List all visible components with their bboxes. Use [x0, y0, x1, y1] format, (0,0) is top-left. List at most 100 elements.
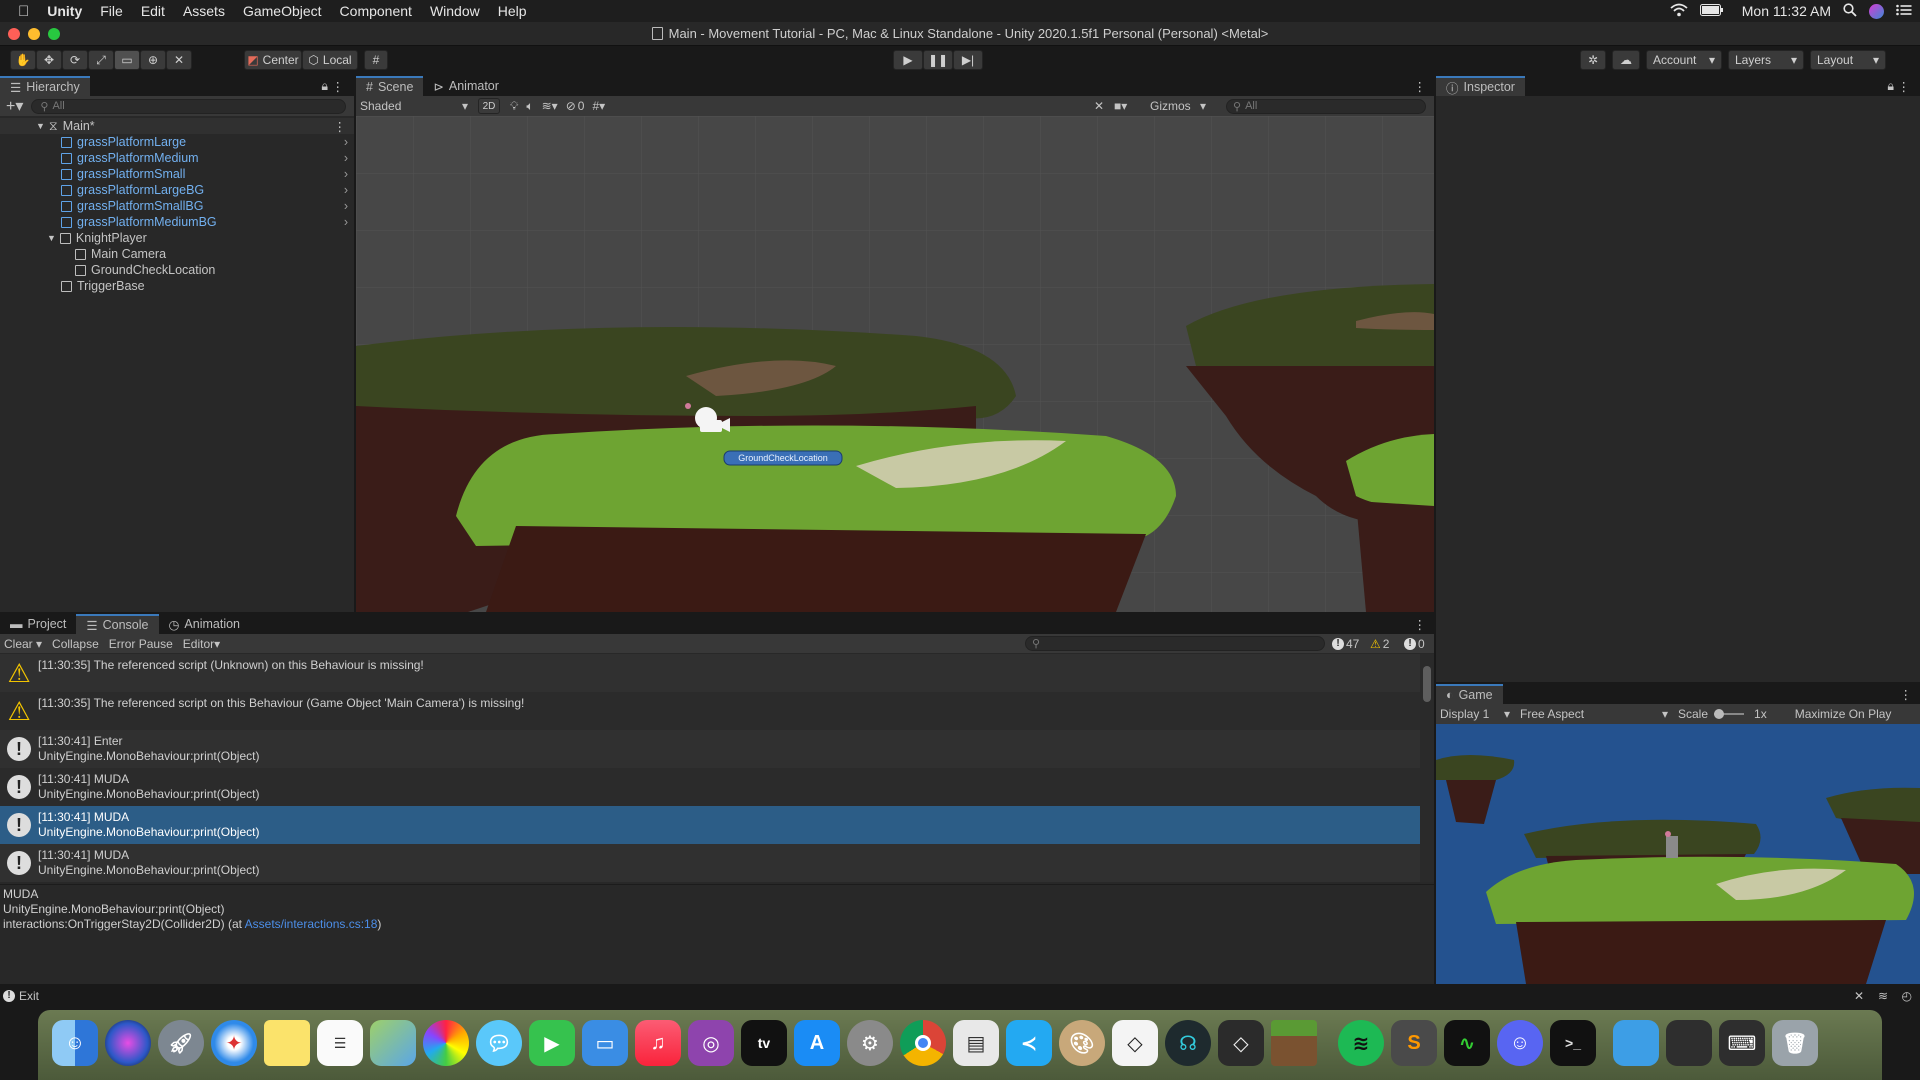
add-object-button[interactable]: +▾ [6, 96, 23, 116]
menu-app-unity[interactable]: Unity [38, 3, 91, 19]
discord-icon[interactable]: ☺ [1497, 1020, 1543, 1066]
source-link[interactable]: Assets/interactions.cs:18 [245, 917, 378, 931]
spotlight-search-icon[interactable] [1843, 2, 1857, 20]
messages-icon[interactable]: 💬︎ [476, 1020, 522, 1066]
chevron-right-icon[interactable]: › [344, 215, 348, 229]
chrome-icon[interactable] [900, 1020, 946, 1066]
warning-count-toggle[interactable]: ⚠ 2 [1370, 637, 1389, 651]
grid-icon[interactable]: #▾ [592, 99, 605, 113]
finder-icon[interactable]: ☺ [52, 1020, 98, 1066]
systempreferences-icon[interactable]: ⚙ [847, 1020, 893, 1066]
effects-icon[interactable]: ≋▾ [542, 99, 558, 113]
maximize-on-play-toggle[interactable]: Maximize On Play [1795, 707, 1892, 721]
chevron-right-icon[interactable]: › [344, 135, 348, 149]
tab-console[interactable]: ☰ Console [76, 614, 159, 634]
tab-animation[interactable]: ◷ Animation [159, 614, 251, 634]
screenshot-icon[interactable] [1666, 1020, 1712, 1066]
console-search-input[interactable]: ⚲ [1025, 636, 1325, 651]
battery-icon[interactable] [1699, 3, 1724, 19]
console-entry-selected[interactable]: ! [11:30:41] MUDA UnityEngine.MonoBehaviou… [0, 806, 1420, 844]
pivot-center-button[interactable]: ◩ Center [244, 50, 302, 70]
clock[interactable]: Mon 11:32 AM [1742, 3, 1831, 19]
collab-icon[interactable]: ✲ [1580, 50, 1606, 70]
expand-arrow-icon[interactable]: ▼ [47, 233, 56, 243]
facetime-icon[interactable]: ▶ [529, 1020, 575, 1066]
paintbrush-icon[interactable]: 🎨︎ [1059, 1020, 1105, 1066]
music-icon[interactable]: ♫ [635, 1020, 681, 1066]
cloud-icon[interactable]: ☁ [1612, 50, 1640, 70]
reminders-icon[interactable]: ☰ [317, 1020, 363, 1066]
trash-icon[interactable]: 🗑︎ [1772, 1020, 1818, 1066]
gitkraken-icon[interactable]: ☊ [1165, 1020, 1211, 1066]
shading-mode-dropdown[interactable]: Shaded ▾ [356, 99, 474, 113]
game-viewport[interactable] [1436, 724, 1920, 984]
audio-icon[interactable]: 🔈︎ [526, 99, 533, 114]
tools-icon[interactable]: ✕ [1094, 99, 1104, 113]
console-scrollbar[interactable] [1420, 654, 1434, 882]
podcasts-icon[interactable]: ◎ [688, 1020, 734, 1066]
console-entry[interactable]: ! [11:30:41] Enter UnityEngine.MonoBehavio… [0, 730, 1420, 768]
chevron-right-icon[interactable]: › [344, 151, 348, 165]
scene-viewport[interactable]: GroundCheckLocation [356, 116, 1434, 612]
gizmos-dropdown[interactable]: Gizmos ▾ [1146, 99, 1210, 113]
tab-animator[interactable]: ⊳ Animator [423, 76, 509, 96]
keynote-icon[interactable]: ▭ [582, 1020, 628, 1066]
play-button[interactable]: ▶ [893, 50, 923, 70]
layout-dropdown[interactable]: Layout ▾ [1810, 50, 1886, 70]
siri-icon[interactable] [105, 1020, 151, 1066]
kebab-menu-icon[interactable]: ⋮ [1414, 617, 1427, 632]
kebab-menu-icon[interactable]: ⋮ [332, 79, 345, 94]
vscode-icon[interactable]: ≺ [1006, 1020, 1052, 1066]
menu-component[interactable]: Component [331, 3, 421, 19]
scene-menu-icon[interactable]: ⋮ [334, 119, 347, 134]
log-count-toggle[interactable]: ! 47 [1332, 637, 1359, 651]
hierarchy-scene-row[interactable]: ▼ ⧖ Main* ⋮ [0, 118, 354, 134]
scale-slider-thumb[interactable] [1714, 709, 1725, 719]
hierarchy-item[interactable]: ▼ KnightPlayer [0, 230, 354, 246]
move-tool-icon[interactable]: ✥ [36, 50, 62, 70]
hierarchy-item[interactable]: grassPlatformLargeBG › [0, 182, 354, 198]
menu-assets[interactable]: Assets [174, 3, 234, 19]
hierarchy-item[interactable]: GroundCheckLocation [0, 262, 354, 278]
grid-snap-icon[interactable]: # [364, 50, 388, 70]
siri-menubar-icon[interactable] [1869, 3, 1884, 19]
console-entry[interactable]: ! [11:30:41] MUDA UnityEngine.MonoBehaviou… [0, 844, 1420, 882]
status-tools-icon[interactable]: ✕ [1854, 989, 1864, 1003]
tab-hierarchy[interactable]: ☰ Hierarchy [0, 76, 90, 96]
status-text[interactable]: Exit [19, 989, 39, 1003]
notification-center-icon[interactable] [1896, 3, 1912, 19]
account-dropdown[interactable]: Account ▾ [1646, 50, 1722, 70]
sublime-icon[interactable]: S [1391, 1020, 1437, 1066]
chevron-right-icon[interactable]: › [344, 199, 348, 213]
minecraft-icon[interactable] [1271, 1020, 1317, 1066]
appletv-icon[interactable]: tv [741, 1020, 787, 1066]
keyboard-icon[interactable]: ⌨ [1719, 1020, 1765, 1066]
tab-scene[interactable]: # Scene [356, 76, 424, 96]
scrollbar-thumb[interactable] [1423, 666, 1431, 702]
kebab-menu-icon[interactable]: ⋮ [1414, 79, 1427, 94]
unity-icon[interactable]: ◇ [1112, 1020, 1158, 1066]
kebab-menu-icon[interactable]: ⋮ [1900, 687, 1913, 702]
appstore-icon[interactable]: A [794, 1020, 840, 1066]
display-dropdown[interactable]: Display 1 ▾ [1436, 707, 1514, 721]
pause-button[interactable]: ❚❚ [923, 50, 953, 70]
lighting-icon[interactable]: 💡︎ [510, 99, 518, 114]
preview-icon[interactable]: ▤ [953, 1020, 999, 1066]
rect-tool-icon[interactable]: ▭ [114, 50, 140, 70]
safari-icon[interactable]: ✦ [211, 1020, 257, 1066]
menu-file[interactable]: File [91, 3, 132, 19]
hierarchy-item[interactable]: grassPlatformLarge › [0, 134, 354, 150]
terminal-icon[interactable]: >_ [1550, 1020, 1596, 1066]
hierarchy-item[interactable]: TriggerBase [0, 278, 354, 294]
groundcheck-label[interactable]: GroundCheckLocation [724, 451, 842, 465]
chevron-right-icon[interactable]: › [344, 167, 348, 181]
console-entry[interactable]: ⚠ [11:30:35] The referenced script (Unkno… [0, 654, 1420, 692]
scene-search-input[interactable]: ⚲ All [1226, 98, 1426, 114]
scale-slider[interactable] [1714, 709, 1745, 719]
unityhub-icon[interactable]: ◇ [1218, 1020, 1264, 1066]
zoom-window-button[interactable] [48, 28, 60, 40]
clear-button[interactable]: Clear ▾ [4, 637, 42, 651]
menu-help[interactable]: Help [489, 3, 536, 19]
hierarchy-search-input[interactable]: ⚲ All [31, 98, 346, 114]
hierarchy-item[interactable]: grassPlatformMedium › [0, 150, 354, 166]
